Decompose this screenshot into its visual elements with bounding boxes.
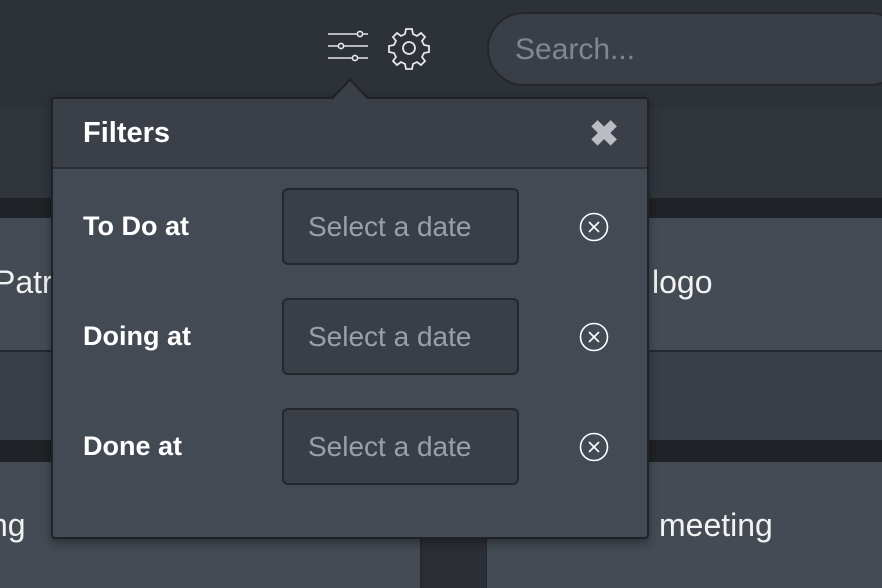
search-box[interactable]: [487, 12, 882, 86]
filter-label-todo: To Do at: [83, 211, 189, 241]
filter-label-done: Done at: [83, 431, 183, 461]
top-bar: [0, 0, 882, 108]
filters-popover: Filters ✖ To Do at Doing at Done at: [51, 97, 649, 539]
filters-title: Filters: [83, 117, 171, 149]
done-date-input[interactable]: [282, 408, 519, 485]
close-icon[interactable]: ✖: [589, 116, 619, 152]
card-title-left: Patr: [0, 264, 53, 300]
doing-date-input[interactable]: [282, 298, 519, 375]
circle-x-icon[interactable]: [578, 211, 610, 243]
sliders-icon[interactable]: [325, 26, 371, 72]
popover-arrow-fill: [332, 81, 368, 100]
card-title-right: meeting: [659, 507, 773, 543]
filter-label-doing: Doing at: [83, 321, 191, 351]
card-title-right: logo: [652, 264, 713, 300]
filters-header: Filters ✖: [53, 99, 647, 169]
search-input[interactable]: [513, 14, 877, 86]
todo-date-input[interactable]: [282, 188, 519, 265]
circle-x-icon[interactable]: [578, 321, 610, 353]
gear-icon[interactable]: [386, 25, 432, 71]
circle-x-icon[interactable]: [578, 431, 610, 463]
card-title-left: ng: [0, 507, 26, 543]
